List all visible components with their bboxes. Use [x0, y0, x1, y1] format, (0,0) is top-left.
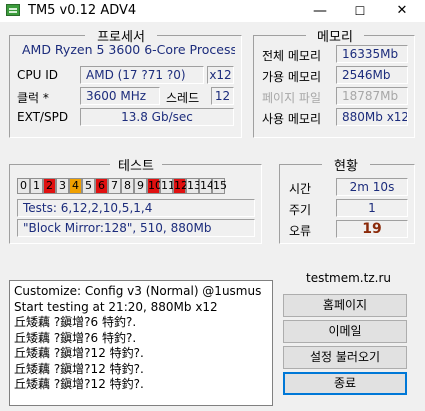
test-cell-13: 13 — [186, 178, 201, 194]
cpu-id-label: CPU ID — [17, 68, 58, 82]
log-line: 丘矮藕 ?鎭增?12 特釣?. — [14, 361, 144, 376]
cpu-name: AMD Ryzen 5 3600 6-Core Processor — [22, 42, 235, 57]
total-memory-label: 전체 메모리 — [262, 49, 322, 63]
clock-label: 클럭 * — [17, 91, 49, 105]
test-cell-12: 12 — [173, 178, 188, 194]
test-cell-8: 8 — [121, 178, 134, 194]
memory-header: 메모리 — [306, 26, 364, 45]
email-button[interactable]: 이메일 — [283, 320, 407, 343]
time-value: 2m 10s — [336, 178, 408, 196]
available-memory-label: 가용 메모리 — [262, 70, 322, 84]
page-file-label: 페이지 파일 — [262, 91, 322, 105]
exit-button[interactable]: 종료 — [283, 372, 407, 395]
ext-spd-value: 13.8 Gb/sec — [80, 108, 234, 126]
error-count-value: 19 — [336, 220, 408, 238]
current-test-info: "Block Mirror:128", 510, 880Mb — [17, 219, 255, 237]
app-memory-icon — [6, 4, 20, 16]
title-bar: TM5 v0.12 ADV4 — ☐ ✕ — [0, 0, 425, 22]
error-label: 오류 — [289, 224, 312, 238]
log-line: 丘矮藕 ?鎭增?12 特釣?. — [14, 346, 144, 360]
homepage-button[interactable]: 홈페이지 — [283, 294, 407, 317]
log-line: 丘矮藕 ?鎭增?12 特釣?. — [14, 377, 144, 391]
maximize-button[interactable]: ☐ — [345, 0, 375, 22]
site-label: testmem.tz.ru — [306, 271, 391, 285]
minimize-button[interactable]: — — [305, 0, 335, 22]
tests-sequence: Tests: 6,12,2,10,5,1,4 — [17, 199, 255, 217]
log-line: 丘矮藕 ?鎭增?6 特釣?. — [14, 315, 137, 329]
test-cell-4: 4 — [69, 178, 82, 194]
used-memory-label: 사용 메모리 — [262, 112, 322, 126]
thread-value: 12 — [211, 87, 234, 105]
test-cell-14: 14 — [199, 178, 214, 194]
log-line: Customize: Config v3 (Normal) @1usmus — [14, 284, 262, 298]
used-memory-value: 880Mb x12 — [336, 108, 408, 126]
test-cell-7: 7 — [108, 178, 121, 194]
cycle-value: 1 — [336, 199, 408, 217]
close-button[interactable]: ✕ — [387, 0, 417, 22]
cycle-label: 주기 — [289, 203, 312, 217]
test-cell-15: 15 — [212, 178, 227, 194]
test-cell-5: 5 — [82, 178, 95, 194]
test-cell-3: 3 — [56, 178, 69, 194]
test-cell-0: 0 — [17, 178, 30, 194]
clock-value: 3600 MHz — [80, 87, 160, 105]
test-cell-10: 10 — [147, 178, 162, 194]
test-cell-6: 6 — [95, 178, 108, 194]
test-cell-9: 9 — [134, 178, 147, 194]
test-cells-strip: 0 1 2 3 4 5 6 7 8 9 10 11 12 13 14 15 — [17, 178, 227, 195]
load-config-button[interactable]: 설정 불러오기 — [283, 346, 407, 369]
cpu-id-value: AMD (17 ?71 ?0) — [80, 66, 204, 84]
page-file-value: 18787Mb — [336, 87, 408, 105]
window-title: TM5 v0.12 ADV4 — [28, 3, 137, 18]
cpu-threads-value: x12 — [207, 66, 234, 84]
log-line: 丘矮藕 ?鎭增?6 特釣?. — [14, 330, 137, 345]
ext-spd-label: EXT/SPD — [17, 110, 69, 124]
log-line: Start testing at 21:20, 880Mb x12 — [14, 299, 218, 314]
total-memory-value: 16335Mb — [336, 45, 408, 63]
test-cell-2: 2 — [43, 178, 56, 194]
status-header: 현황 — [322, 155, 370, 174]
log-output[interactable]: Customize: Config v3 (Normal) @1usmus Sta… — [9, 280, 273, 406]
thread-label: 스레드 — [166, 91, 200, 105]
time-label: 시간 — [289, 182, 312, 196]
test-cell-1: 1 — [30, 178, 43, 194]
test-header: 테스트 — [110, 155, 162, 174]
available-memory-value: 2546Mb — [336, 66, 408, 84]
test-cell-11: 11 — [160, 178, 175, 194]
